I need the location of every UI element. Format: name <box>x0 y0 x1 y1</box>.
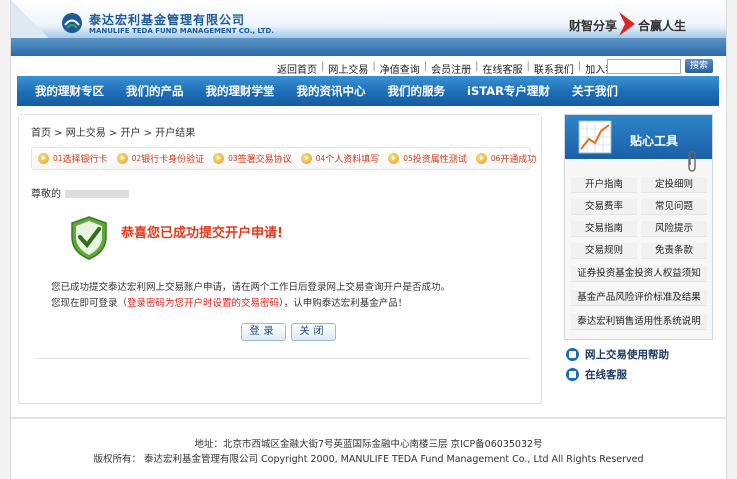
header-banner: 泰达宏利基金管理有限公司 MANULIFE TEDA FUND MANAGEME… <box>11 0 726 56</box>
tool-link-investor-rights[interactable]: 证券投资基金投资人权益须知 <box>571 266 707 282</box>
top-link-register[interactable]: 会员注册 <box>431 61 471 76</box>
search-input[interactable] <box>607 59 681 74</box>
tool-link-suitability[interactable]: 泰达宏利销售适用性系统说明 <box>571 314 707 330</box>
main-nav: 我的理财专区 我们的产品 我的理财学堂 我的资讯中心 我们的服务 iSTAR专户… <box>17 76 719 106</box>
sea-graphic <box>11 38 726 56</box>
shield-check-icon <box>71 216 107 260</box>
footer-address: 地址：北京市西城区金融大街7号英蓝国际金融中心南楼三层 京ICP备0603503… <box>194 439 543 450</box>
step-arrow-icon <box>213 153 225 164</box>
chart-icon <box>578 120 612 154</box>
nav-item-info-center[interactable]: 我的资讯中心 <box>297 83 366 99</box>
customer-service-link[interactable]: 在线客服 <box>566 367 627 382</box>
footer-divider <box>11 417 726 419</box>
nav-item-products[interactable]: 我们的产品 <box>126 83 184 99</box>
main-panel: 首页 > 网上交易 > 开户 > 开户结果 01 选择银行卡 02 银行卡身份验证 … <box>18 114 542 404</box>
company-logo-icon[interactable] <box>61 12 83 34</box>
tool-link-faq[interactable]: 常见问题 <box>641 199 707 215</box>
greeting: 尊敬的 <box>31 185 129 200</box>
step-arrow-icon <box>116 153 128 164</box>
logo-text-en[interactable]: MANULIFE TEDA FUND MANAGEMENT CO., LTD. <box>89 27 274 35</box>
top-link-online-trade[interactable]: 网上交易 <box>328 61 368 76</box>
tool-link-trade-rules[interactable]: 交易规则 <box>571 243 637 259</box>
top-link-contact[interactable]: 联系我们 <box>534 61 574 76</box>
tools-panel: 贴心工具 开户指南 定投细则 交易费率 常见问题 交易指南 风险提示 交易规则 … <box>564 114 713 340</box>
close-button[interactable]: 关闭 <box>291 323 336 341</box>
top-links: 返回首页 | 网上交易 | 净值查询 | 会员注册 | 在线客服 | 联系我们 | 加入我们 <box>277 61 626 76</box>
tool-link-disclaimer[interactable]: 免责条款 <box>641 243 707 259</box>
redacted-name <box>65 190 129 198</box>
step-3[interactable]: 03 签署交易协议 <box>213 152 292 165</box>
tool-link-risk-notice[interactable]: 风险提示 <box>641 221 707 237</box>
nav-item-my-finance[interactable]: 我的理财专区 <box>35 83 104 99</box>
step-2[interactable]: 02 银行卡身份验证 <box>116 152 204 165</box>
help-link[interactable]: 网上交易使用帮助 <box>566 347 669 362</box>
tool-link-fixed-investment[interactable]: 定投细则 <box>641 177 707 193</box>
tool-link-fee-rate[interactable]: 交易费率 <box>571 199 637 215</box>
login-button[interactable]: 登录 <box>241 323 286 341</box>
step-bar: 01 选择银行卡 02 银行卡身份验证 03 签署交易协议 04 个人资料填写 05 投资… <box>31 147 536 170</box>
nav-item-services[interactable]: 我们的服务 <box>388 83 446 99</box>
success-title: 恭喜您已成功提交开户申请! <box>121 226 283 241</box>
password-hint: 登录密码为您开户时设置的交易密码 <box>127 298 280 309</box>
slogan-left: 财智分享 <box>569 19 618 33</box>
tools-title: 贴心工具 <box>630 134 679 148</box>
nav-item-istar[interactable]: iSTAR专户理财 <box>467 83 550 99</box>
paperclip-icon <box>688 150 696 172</box>
step-6[interactable]: 06 开通成功 <box>475 152 536 165</box>
step-4[interactable]: 04 个人资料填写 <box>300 152 379 165</box>
search-button[interactable]: 搜索 <box>685 59 713 73</box>
tool-link-risk-standard[interactable]: 基金产品风险评价标准及结果 <box>571 290 707 306</box>
top-link-home[interactable]: 返回首页 <box>277 61 317 76</box>
message-line-2: 您现在即可登录（登录密码为您开户时设置的交易密码），认申购泰达宏利基金产品！ <box>51 298 408 309</box>
step-5[interactable]: 05 投资属性测试 <box>388 152 467 165</box>
footer-copyright: 版权所有： 泰达宏利基金管理有限公司 Copyright 2000, MANUL… <box>93 454 644 465</box>
step-arrow-icon <box>475 153 487 164</box>
nav-item-finance-school[interactable]: 我的理财学堂 <box>206 83 275 99</box>
slogan-right: 合赢人生 <box>638 19 687 33</box>
breadcrumb: 首页 > 网上交易 > 开户 > 开户结果 <box>31 128 196 139</box>
step-1[interactable]: 01 选择银行卡 <box>38 152 108 165</box>
tool-link-account-guide[interactable]: 开户指南 <box>571 177 637 193</box>
logo-text-cn[interactable]: 泰达宏利基金管理有限公司 <box>89 11 245 28</box>
page: 泰达宏利基金管理有限公司 MANULIFE TEDA FUND MANAGEME… <box>10 0 727 479</box>
step-arrow-icon <box>300 153 312 164</box>
nav-item-about[interactable]: 关于我们 <box>572 83 618 99</box>
help-icon <box>566 348 579 361</box>
chat-icon <box>566 368 579 381</box>
tool-link-trade-guide[interactable]: 交易指南 <box>571 221 637 237</box>
step-arrow-icon <box>388 153 400 164</box>
top-link-online-service[interactable]: 在线客服 <box>483 61 523 76</box>
message-line-1: 您已成功提交泰达宏利网上交易账户申请，请在两个工作日后登录网上交易查询开户是否成… <box>51 282 451 293</box>
step-arrow-icon <box>38 153 49 164</box>
top-link-nav-query[interactable]: 净值查询 <box>380 61 420 76</box>
divider <box>35 358 529 359</box>
